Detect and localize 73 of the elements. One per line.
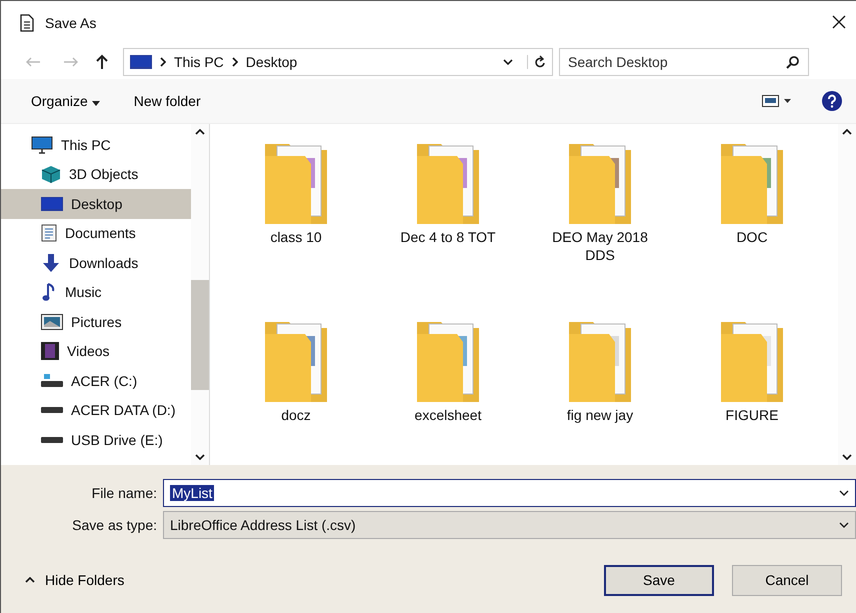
search-field[interactable]: Search Desktop bbox=[559, 48, 809, 76]
view-options-icon[interactable] bbox=[762, 95, 792, 107]
sidebar-item[interactable]: ACER (C:) bbox=[1, 366, 191, 396]
scrollbar[interactable] bbox=[838, 124, 856, 465]
refresh-icon[interactable] bbox=[527, 55, 546, 69]
sidebar-item[interactable]: ACER DATA (D:) bbox=[1, 396, 191, 425]
folder-name: excelsheet bbox=[414, 406, 482, 424]
breadcrumb-item[interactable]: Desktop bbox=[246, 54, 298, 70]
sidebar-item[interactable]: Downloads bbox=[1, 248, 191, 278]
folder-name: DEO May 2018 DDS bbox=[551, 228, 649, 264]
sidebar-item[interactable]: Videos bbox=[1, 336, 191, 366]
folder-item[interactable]: class 10 bbox=[220, 136, 372, 306]
caret-up-icon bbox=[25, 577, 35, 583]
drive-icon bbox=[41, 436, 63, 443]
window-title: Save As bbox=[45, 15, 96, 31]
scroll-down-icon[interactable] bbox=[195, 454, 205, 460]
scroll-down-icon[interactable] bbox=[842, 454, 852, 460]
scrollbar[interactable] bbox=[191, 124, 209, 465]
caret-down-icon bbox=[92, 101, 100, 106]
file-name-label: File name: bbox=[90, 485, 157, 501]
folder-name: FIGURE bbox=[724, 406, 780, 424]
save-as-type-label: Save as type: bbox=[71, 517, 157, 533]
folder-name: fig new jay bbox=[566, 406, 634, 424]
folder-item[interactable]: fig new jay bbox=[524, 314, 676, 465]
folder-name: Dec 4 to 8 TOT bbox=[399, 228, 497, 246]
folder-item[interactable]: DEO May 2018 DDS bbox=[524, 136, 676, 306]
sidebar-item[interactable]: USB Drive (E:) bbox=[1, 425, 191, 454]
file-type-dropdown[interactable]: LibreOffice Address List (.csv) bbox=[163, 511, 856, 539]
scroll-up-icon[interactable] bbox=[195, 129, 205, 135]
folder-item[interactable]: docz bbox=[220, 314, 372, 465]
monitor-icon bbox=[41, 196, 63, 212]
organize-menu-button[interactable]: Organize bbox=[21, 89, 110, 113]
search-icon bbox=[786, 55, 800, 69]
sidebar-item[interactable]: This PC bbox=[1, 130, 191, 160]
up-arrow-icon[interactable] bbox=[95, 54, 109, 70]
close-icon bbox=[832, 14, 846, 28]
new-folder-button[interactable]: New folder bbox=[124, 89, 211, 113]
dropdown-caret-icon[interactable] bbox=[503, 59, 513, 65]
folder-name: class 10 bbox=[269, 228, 323, 246]
monitor-icon bbox=[130, 55, 152, 69]
folder-item[interactable]: Dec 4 to 8 TOT bbox=[372, 136, 524, 306]
picture-icon bbox=[41, 314, 63, 330]
sidebar-item[interactable]: Pictures bbox=[1, 307, 191, 336]
film-icon bbox=[41, 342, 59, 360]
sidebar-item[interactable]: 3D Objects bbox=[1, 160, 191, 189]
folder-name: docz bbox=[280, 406, 312, 424]
address-bar[interactable]: This PC Desktop bbox=[123, 48, 553, 76]
file-name-field[interactable]: MyList bbox=[163, 479, 856, 507]
folder-item[interactable]: FIGURE bbox=[676, 314, 828, 465]
sidebar-item[interactable]: Documents bbox=[1, 218, 191, 248]
document-icon bbox=[19, 14, 35, 32]
music-note-icon bbox=[41, 282, 57, 302]
drive-icon bbox=[41, 407, 63, 414]
chevron-icon bbox=[232, 57, 238, 67]
dropdown-caret-icon[interactable] bbox=[839, 490, 849, 496]
sidebar-item[interactable]: Desktop bbox=[1, 189, 191, 218]
dropdown-caret-icon[interactable] bbox=[839, 522, 849, 528]
sidebar-item[interactable]: Music bbox=[1, 278, 191, 307]
monitor-icon bbox=[31, 136, 53, 154]
save-button[interactable]: Save bbox=[604, 564, 714, 596]
folder-item[interactable]: DOC bbox=[676, 136, 828, 306]
folder-name: DOC bbox=[735, 228, 769, 246]
drive-icon bbox=[41, 374, 63, 388]
cancel-button[interactable]: Cancel bbox=[732, 564, 842, 596]
down-arrow-icon bbox=[41, 252, 61, 273]
help-icon[interactable] bbox=[822, 91, 842, 111]
folder-item[interactable]: excelsheet bbox=[372, 314, 524, 465]
chevron-icon bbox=[160, 57, 166, 67]
scroll-up-icon[interactable] bbox=[842, 129, 852, 135]
document-icon bbox=[41, 224, 57, 242]
hide-folders-button[interactable]: Hide Folders bbox=[19, 571, 130, 589]
cube-icon bbox=[41, 165, 61, 184]
breadcrumb-item[interactable]: This PC bbox=[174, 54, 224, 70]
